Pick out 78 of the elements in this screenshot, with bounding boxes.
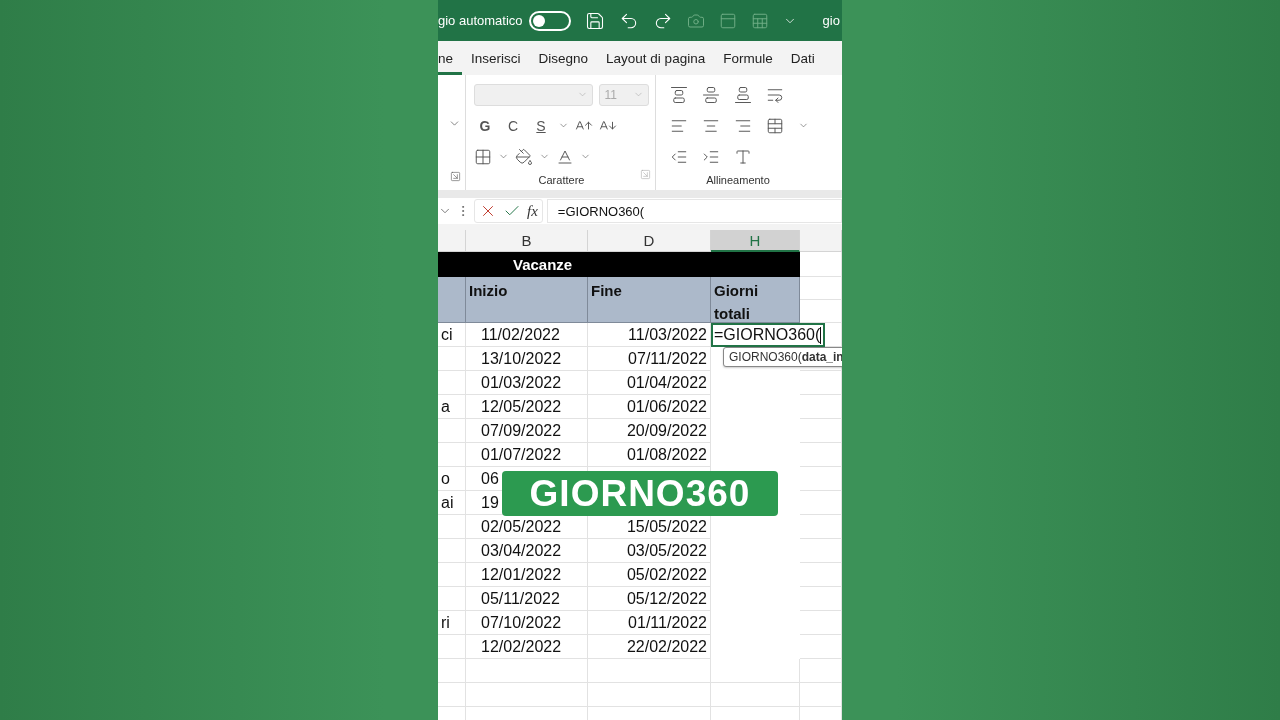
merge-icon[interactable]	[766, 116, 784, 135]
table-cell: a	[438, 395, 466, 419]
borders-icon[interactable]	[474, 147, 492, 166]
table-cell: 12/05/2022	[466, 395, 588, 419]
table-title: Vacanze	[438, 252, 800, 277]
header-cell: Fine	[588, 277, 711, 323]
table-cell	[438, 563, 466, 587]
active-cell[interactable]: =GIORNO360(	[711, 323, 826, 347]
format-button[interactable]: G	[474, 117, 496, 134]
orientation-icon[interactable]	[734, 147, 752, 166]
table-cell: 01/07/2022	[466, 443, 588, 467]
table-cell: ci	[438, 323, 466, 347]
group-label: Allineamento	[705, 174, 771, 188]
align-middle-icon[interactable]	[702, 85, 720, 104]
table-cell	[800, 277, 842, 300]
ribbon-tab[interactable]: Dati	[781, 41, 824, 75]
table-cell	[438, 539, 466, 563]
table-cell	[438, 515, 466, 539]
column-header[interactable]: B	[466, 230, 588, 252]
table-cell	[800, 300, 842, 323]
table-cell	[438, 419, 466, 443]
formula-input[interactable]: =GIORNO360(	[546, 199, 842, 223]
table-cell: 03/04/2022	[466, 539, 588, 563]
ribbon-tab[interactable]: Formule	[714, 41, 782, 75]
table-cell	[800, 371, 842, 395]
dialog-launcher-icon[interactable]	[450, 171, 461, 182]
table-cell	[800, 539, 842, 563]
ribbon-tab[interactable]: Layout di pagina	[597, 41, 715, 75]
ribbon-tab[interactable]: Disegno	[529, 41, 598, 75]
table-cell	[438, 371, 466, 395]
align-bottom-icon[interactable]	[734, 85, 752, 104]
table-cell	[800, 611, 842, 635]
header-cell: Inizio	[466, 277, 588, 323]
column-header[interactable]: H	[711, 230, 800, 252]
table-cell	[438, 683, 466, 707]
format-button[interactable]: S	[530, 117, 552, 134]
function-button[interactable]: fx	[527, 202, 538, 220]
align-top-icon[interactable]	[670, 85, 688, 104]
table-cell	[438, 347, 466, 371]
table-cell	[800, 252, 842, 277]
table-cell	[800, 659, 842, 683]
table-cell: 12/01/2022	[466, 563, 588, 587]
table-cell: 11/02/2022	[466, 323, 588, 347]
file-name: gio	[822, 13, 840, 28]
header-cell	[438, 277, 466, 323]
table-cell	[800, 587, 842, 611]
table-cell: o	[438, 467, 466, 491]
table-cell	[800, 563, 842, 587]
caption-banner: GIORNO360	[502, 471, 778, 516]
format-button[interactable]: C	[502, 117, 524, 134]
table-cell	[800, 395, 842, 419]
table-cell	[800, 635, 842, 659]
group-label: Carattere	[537, 174, 586, 188]
autosave-toggle[interactable]	[528, 10, 571, 31]
table-cell: ai	[438, 491, 466, 515]
table-cell	[438, 443, 466, 467]
table-cell	[800, 515, 842, 539]
table-cell	[800, 419, 842, 443]
table-icon[interactable]	[750, 11, 769, 30]
table-cell: 01/03/2022	[466, 371, 588, 395]
autosave-label: gio automatico	[438, 13, 523, 28]
table-cell: 07/09/2022	[466, 419, 588, 443]
ribbon-tab[interactable]: Inserisci	[462, 41, 530, 75]
table-cell: ri	[438, 611, 466, 635]
paint-bucket-icon[interactable]	[515, 147, 533, 166]
table-cell: 05/11/2022	[466, 587, 588, 611]
header-cell: Giorni totali	[711, 277, 800, 323]
table-cell: 07/10/2022	[466, 611, 588, 635]
form-icon[interactable]	[718, 11, 737, 30]
table-cell	[438, 587, 466, 611]
function-tooltip: GIORNO360(data_in	[723, 347, 842, 367]
camera-icon[interactable]	[686, 11, 705, 30]
table-cell	[800, 683, 842, 707]
table-cell	[800, 443, 842, 467]
dialog-launcher-icon[interactable]	[640, 169, 651, 180]
column-header[interactable]: D	[588, 230, 711, 252]
table-cell: 13/10/2022	[466, 347, 588, 371]
save-icon[interactable]	[584, 10, 605, 31]
